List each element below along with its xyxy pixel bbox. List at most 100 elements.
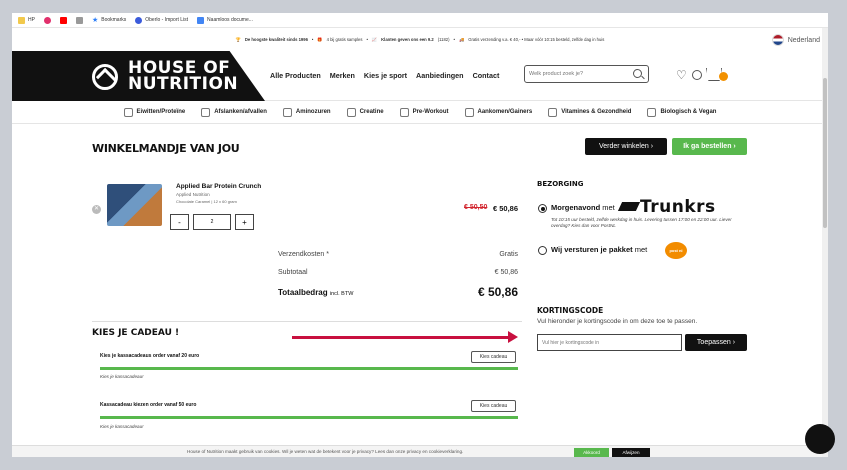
cat-gainers[interactable]: Aankomen/Gainers	[464, 107, 532, 117]
divider	[92, 321, 522, 322]
nav-brands[interactable]: Merken	[330, 71, 355, 80]
cookie-text: House of Nutrition maakt gebruik van coo…	[187, 449, 464, 454]
leaf-icon	[647, 107, 657, 117]
search-input[interactable]	[524, 65, 649, 83]
continue-shopping-button[interactable]: Verder winkelen ›	[585, 138, 667, 155]
coupon-title: KORTINGSCODE	[537, 306, 604, 315]
cat-vegan[interactable]: Biologisch & Vegan	[647, 107, 716, 117]
product-brand: Applied Nutrition	[176, 192, 210, 197]
cart-badge	[719, 72, 728, 81]
postnl-logo: post nl	[665, 242, 687, 259]
trunkrs-logo: Trunkrs	[640, 197, 716, 217]
docs-icon	[197, 16, 205, 24]
header-icons: ♡	[676, 66, 728, 84]
cookie-accept-button[interactable]: Akkoord	[574, 448, 609, 457]
preworkout-icon	[399, 107, 409, 117]
cat-preworkout[interactable]: Pre-Workout	[399, 107, 449, 117]
usp-bar: 🏆 De hoogste kwaliteit sinds 1996 • 🎁 4 bij…	[12, 28, 828, 51]
language-selector[interactable]: Nederland	[771, 34, 820, 46]
oberlo-icon	[135, 16, 143, 24]
checkout-button[interactable]: Ik ga bestellen ›	[672, 138, 747, 155]
cookie-decline-button[interactable]: Afwijzen	[612, 448, 650, 457]
gift-title: KIES JE CADEAU !	[92, 328, 180, 338]
coupon-input[interactable]	[537, 334, 682, 351]
delivery-title: BEZORGING	[537, 180, 584, 188]
product-image[interactable]	[107, 184, 162, 226]
cart-icon[interactable]	[706, 66, 728, 84]
flag-nl-icon	[771, 34, 784, 46]
total-row: Totaalbedrag incl. BTW € 50,86	[278, 285, 518, 299]
bookmark-oberlo[interactable]: Oberlo - Import List	[135, 16, 188, 24]
heart-icon[interactable]: ♡	[676, 69, 688, 81]
gift-row-sub: Kies je kassacadeau!	[100, 424, 144, 429]
delivery-option-trunkrs[interactable]: Morgenavond met	[551, 203, 615, 212]
product-name[interactable]: Applied Bar Protein Crunch	[176, 183, 261, 190]
cat-vitamins[interactable]: Vitamines & Gezondheid	[548, 107, 631, 117]
qty-minus-button[interactable]: -	[170, 214, 189, 230]
category-nav: Eiwitten/Proteïne Afslanken/afvallen Ami…	[12, 101, 828, 124]
scrollbar[interactable]	[822, 28, 828, 457]
browser-window: HP ★ Bookmarks Oberlo - Import List Naaml…	[12, 13, 828, 457]
trunkrs-logo-icon	[617, 202, 641, 211]
truck-icon: 🚚	[458, 36, 465, 42]
cat-protein[interactable]: Eiwitten/Proteïne	[123, 107, 185, 117]
bookmark-instagram[interactable]	[43, 16, 51, 24]
coupon-desc: Vul hieronder je kortingscode in om deze…	[537, 318, 698, 325]
delivery-radio-trunkrs[interactable]	[538, 204, 547, 213]
logo-text: HOUSE OF NUTRITION	[128, 58, 239, 94]
apply-coupon-button[interactable]: Toepassen ›	[685, 334, 747, 351]
translate-icon	[75, 16, 83, 24]
cat-amino[interactable]: Aminozuren	[282, 107, 331, 117]
instagram-icon	[43, 16, 51, 24]
bookmark-translate[interactable]	[75, 16, 83, 24]
nav-sport[interactable]: Kies je sport	[364, 71, 407, 80]
protein-icon	[123, 107, 133, 117]
nav-offers[interactable]: Aanbiedingen	[416, 71, 464, 80]
bookmark-bookmarks[interactable]: ★ Bookmarks	[92, 16, 126, 24]
main-nav: Alle Producten Merken Kies je sport Aanb…	[270, 71, 499, 80]
subtotal-row: Subtotaal € 50,86	[278, 269, 518, 276]
site-header: HOUSE OF NUTRITION Alle Producten Merken …	[12, 51, 828, 101]
scale-icon	[201, 107, 211, 117]
gift-progress-bar	[100, 367, 518, 370]
price-new: € 50,86	[493, 204, 519, 213]
trophy-icon: 🏆	[235, 36, 241, 42]
search-icon[interactable]	[633, 69, 642, 78]
folder-icon	[18, 16, 25, 24]
gift-icon: 🎁	[317, 36, 323, 42]
delivery-option-postnl[interactable]: Wij versturen je pakket met	[551, 245, 647, 254]
delivery-radio-postnl[interactable]	[538, 246, 547, 255]
price-old: € 50,50	[464, 204, 488, 211]
youtube-icon	[59, 16, 67, 24]
cat-creatine[interactable]: Creatine	[346, 107, 384, 117]
cart-page: WINKELMANDJE VAN JOU Verder winkelen › I…	[12, 124, 828, 454]
chat-bubble-icon[interactable]	[805, 424, 835, 454]
logo-mark-icon	[92, 64, 118, 90]
delivery-note: Tot 10:15 uur besteld, zelfde werkdag in…	[551, 217, 732, 228]
nav-all-products[interactable]: Alle Producten	[270, 71, 321, 80]
page-title: WINKELMANDJE VAN JOU	[92, 142, 240, 155]
scrollbar-thumb[interactable]	[823, 78, 827, 228]
quantity-stepper: - 2 +	[170, 214, 254, 230]
cookie-banner: House of Nutrition maakt gebruik van coo…	[12, 445, 828, 457]
logo[interactable]: HOUSE OF NUTRITION	[12, 51, 265, 101]
creatine-icon	[346, 107, 356, 117]
bookmark-hp[interactable]: HP	[18, 16, 35, 24]
user-icon[interactable]	[692, 70, 702, 80]
qty-input[interactable]: 2	[193, 214, 231, 230]
nav-contact[interactable]: Contact	[473, 71, 500, 80]
cat-weightloss[interactable]: Afslanken/afvallen	[201, 107, 267, 117]
bookmark-docs[interactable]: Naamloos docume...	[197, 16, 253, 24]
qty-plus-button[interactable]: +	[235, 214, 254, 230]
vitamin-icon	[548, 107, 558, 117]
rating-icon: 📈	[371, 36, 378, 42]
gift-select-button[interactable]: Kies cadeau	[471, 351, 516, 363]
gainer-icon	[464, 107, 474, 117]
gift-select-button[interactable]: Kies cadeau	[471, 400, 516, 412]
remove-item-icon[interactable]: ✕	[92, 205, 101, 214]
gift-progress-bar	[100, 416, 518, 419]
bookmark-youtube[interactable]	[59, 16, 67, 24]
bookmarks-bar: HP ★ Bookmarks Oberlo - Import List Naaml…	[12, 13, 828, 28]
gift-row-sub: Kies je kassacadeau!	[100, 374, 144, 379]
gift-row-label: Kassacadeau kiezen order vanaf 50 euro	[100, 402, 197, 408]
